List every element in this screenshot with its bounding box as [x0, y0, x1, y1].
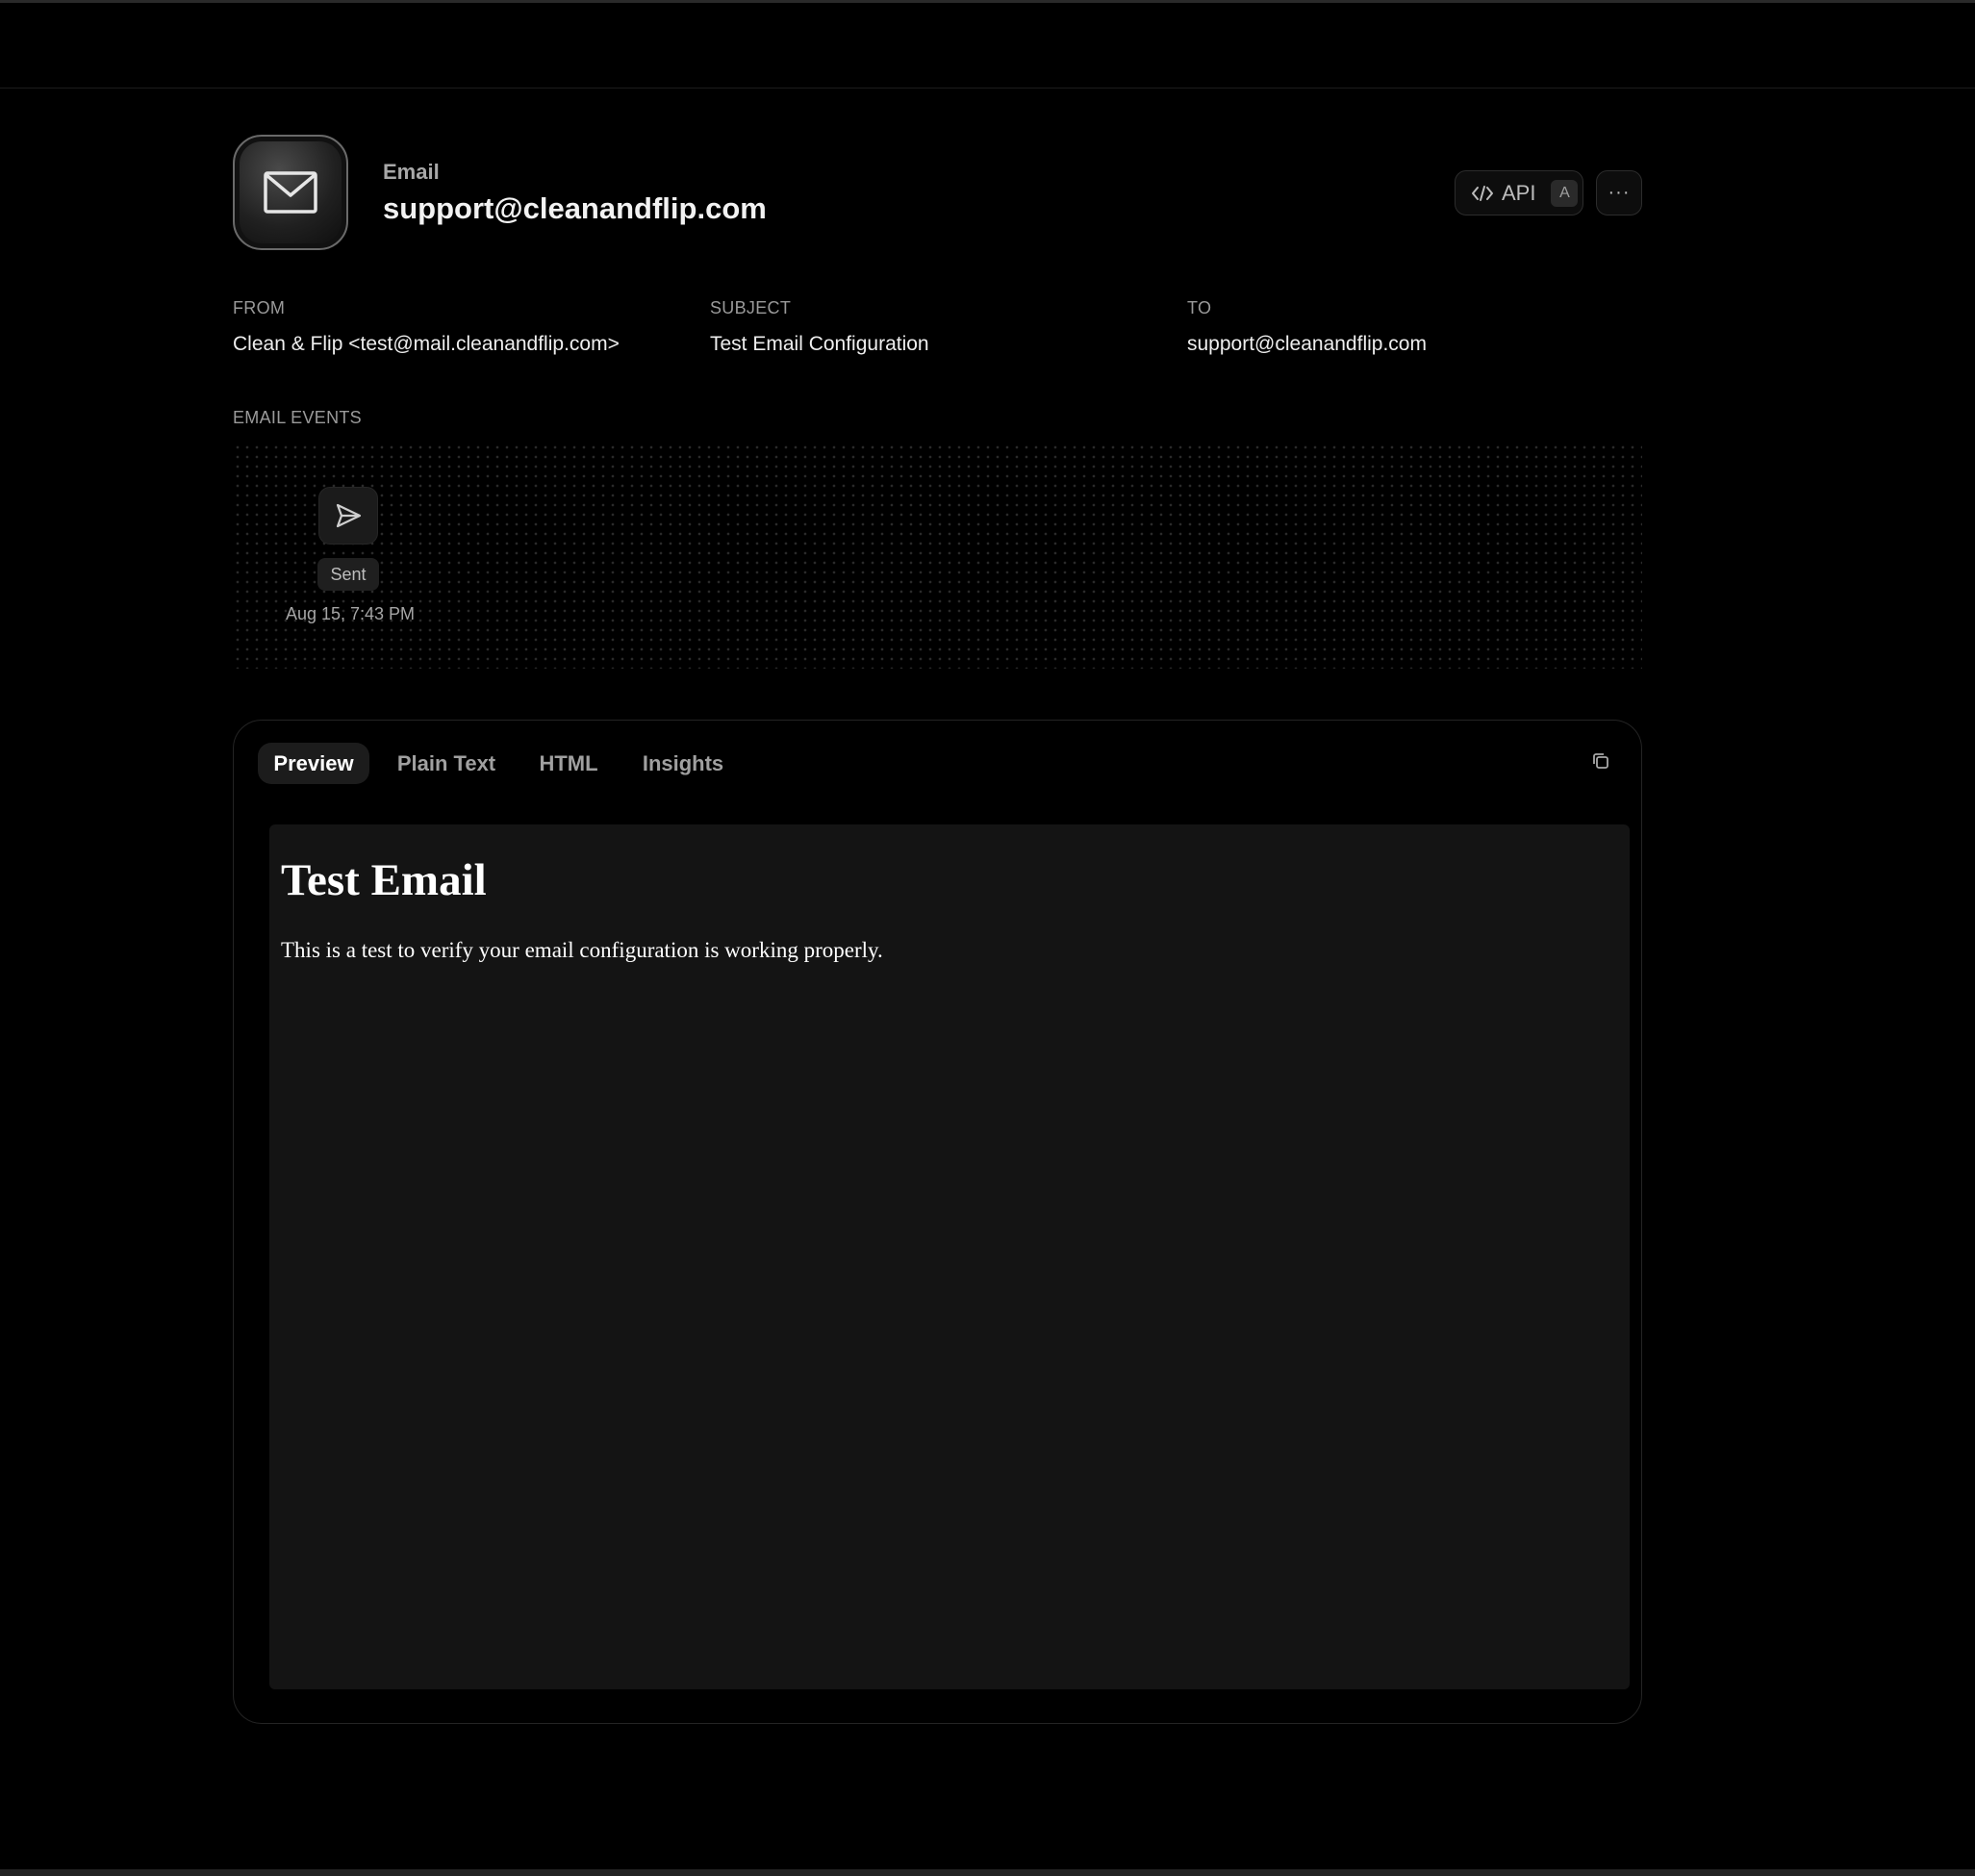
tab-plain-text[interactable]: Plain Text: [387, 743, 506, 784]
tab-preview[interactable]: Preview: [258, 743, 369, 784]
top-bar: [0, 3, 1975, 89]
from-value: Clean & Flip <test@mail.cleanandflip.com…: [233, 333, 620, 355]
to-label: TO: [1187, 298, 1212, 317]
to-value: support@cleanandflip.com: [1187, 333, 1427, 355]
code-icon: [1472, 185, 1493, 201]
keyboard-shortcut-badge: A: [1551, 179, 1579, 207]
ellipsis-icon: ···: [1608, 182, 1631, 203]
from-label: FROM: [233, 298, 286, 317]
tab-html[interactable]: HTML: [527, 743, 610, 784]
more-options-button[interactable]: ···: [1596, 170, 1642, 215]
page-eyebrow: Email: [383, 160, 440, 184]
email-events-timeline: [233, 443, 1642, 669]
subject-value: Test Email Configuration: [710, 333, 929, 355]
email-events-label: EMAIL EVENTS: [233, 408, 362, 427]
copy-icon[interactable]: [1591, 751, 1610, 771]
event-timestamp: Aug 15, 7:43 PM: [285, 604, 416, 623]
api-button[interactable]: API A: [1455, 170, 1583, 215]
event-status-badge: Sent: [317, 558, 379, 591]
tab-insights[interactable]: Insights: [631, 743, 735, 784]
page-title: support@cleanandflip.com: [383, 191, 767, 225]
window-bottom-border: [0, 1869, 1975, 1876]
email-detail-page: Email support@cleanandflip.com API A ···…: [0, 0, 1975, 1876]
preview-body: This is a test to verify your email conf…: [281, 938, 883, 962]
preview-heading: Test Email: [281, 855, 487, 905]
envelope-icon: [233, 135, 348, 250]
subject-label: SUBJECT: [710, 298, 792, 317]
api-button-label: API: [1502, 180, 1536, 205]
send-icon[interactable]: [318, 487, 378, 545]
